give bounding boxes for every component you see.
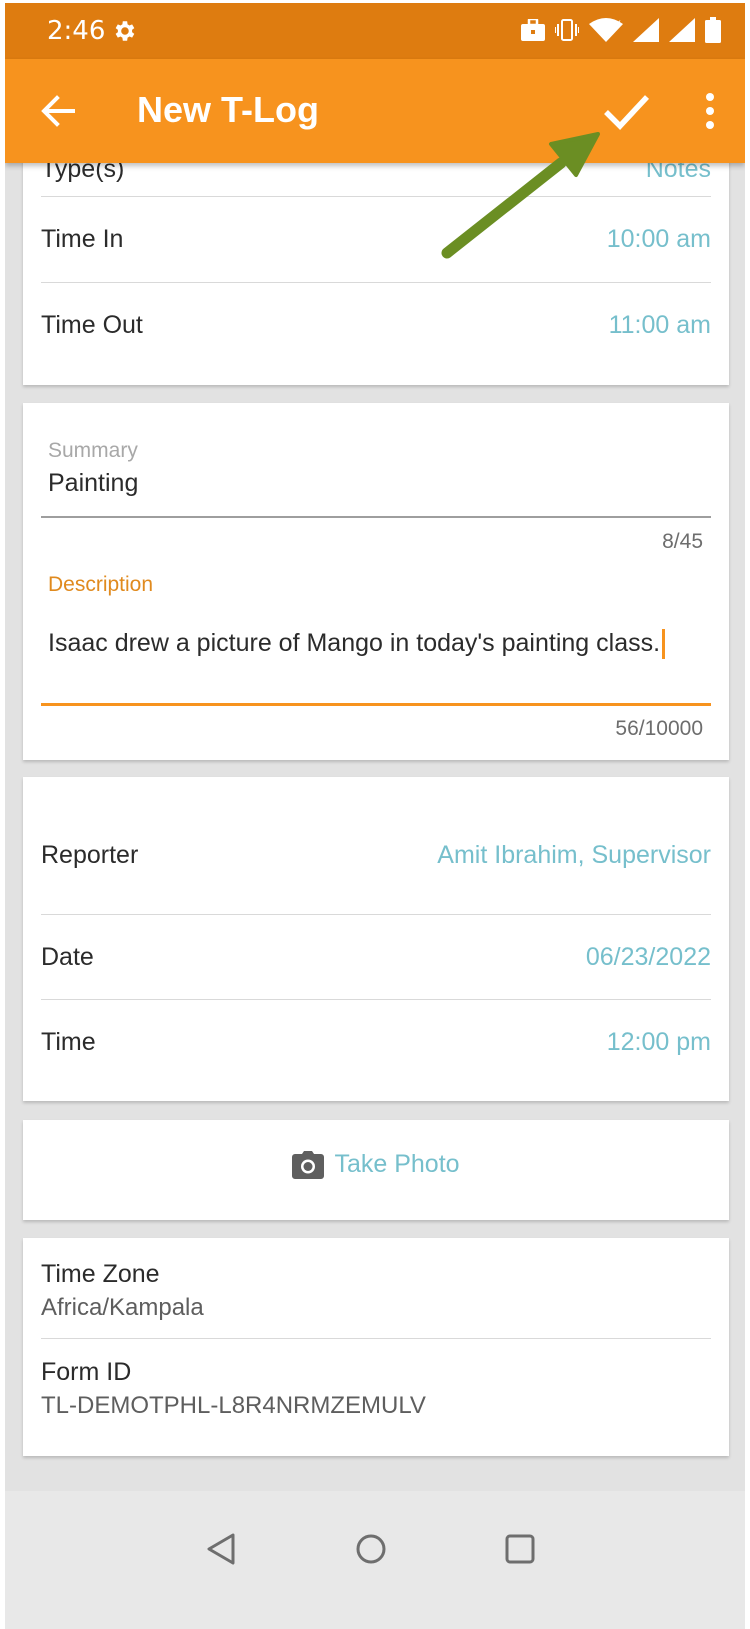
info-card: Time Zone Africa/Kampala Form ID TL-DEMO… (23, 1238, 729, 1456)
status-icons: x (521, 17, 721, 43)
status-time: 2:46 (47, 16, 106, 46)
summary-underline (41, 516, 711, 518)
page-title: New T-Log (137, 89, 319, 130)
checkmark-icon[interactable] (597, 81, 657, 141)
nav-home-icon[interactable] (353, 1531, 389, 1567)
time-out-value: 11:00 am (608, 311, 711, 339)
time-out-label: Time Out (41, 311, 143, 339)
description-text: Isaac drew a picture of Mango in today's… (48, 629, 661, 657)
description-input[interactable]: Isaac drew a picture of Mango in today's… (48, 629, 666, 660)
gear-icon (115, 21, 135, 41)
details-card: Type(s) Notes Time In 10:00 am Time Out … (23, 143, 729, 385)
report-card: Reporter Amit Ibrahim, Supervisor Date 0… (23, 777, 729, 1101)
divider (41, 1338, 711, 1339)
text-cursor (662, 629, 666, 660)
description-underline (41, 703, 711, 706)
signal-icon (633, 18, 659, 42)
time-label: Time (41, 1028, 96, 1056)
time-in-label: Time In (41, 225, 124, 253)
summary-label: Summary (48, 439, 138, 462)
time-row[interactable]: Time 12:00 pm (41, 1000, 711, 1085)
form-id-label: Form ID (41, 1358, 132, 1386)
vibrate-icon (555, 19, 579, 41)
summary-counter: 8/45 (662, 530, 703, 553)
navigation-bar (5, 1491, 745, 1629)
description-counter: 56/10000 (615, 717, 703, 740)
time-in-value: 10:00 am (606, 225, 711, 253)
timezone-label: Time Zone (41, 1260, 160, 1288)
reporter-label: Reporter (41, 840, 139, 869)
reporter-value: Amit Ibrahim, Supervisor (437, 840, 711, 869)
summary-description-card: Summary Painting 8/45 Description Isaac … (23, 403, 729, 760)
wifi-icon: x (589, 18, 623, 42)
briefcase-icon (521, 19, 545, 41)
take-photo-label: Take Photo (334, 1150, 460, 1178)
nav-back-icon[interactable] (203, 1531, 239, 1567)
svg-text:x: x (615, 18, 621, 29)
form-content: Type(s) Notes Time In 10:00 am Time Out … (5, 3, 745, 1493)
date-row[interactable]: Date 06/23/2022 (41, 915, 711, 1000)
phone-screen: Type(s) Notes Time In 10:00 am Time Out … (5, 3, 745, 1629)
status-bar: 2:46 x (5, 3, 745, 59)
battery-icon (705, 17, 721, 43)
camera-icon (292, 1150, 325, 1179)
form-id-value: TL-DEMOTPHL-L8R4NRMZEMULV (41, 1392, 426, 1419)
date-value: 06/23/2022 (585, 943, 711, 971)
description-label: Description (48, 573, 154, 596)
time-in-row[interactable]: Time In 10:00 am (41, 197, 711, 282)
app-bar: New T-Log (5, 59, 745, 163)
signal-icon (669, 18, 695, 42)
time-value: 12:00 pm (606, 1028, 711, 1056)
reporter-row[interactable]: Reporter Amit Ibrahim, Supervisor (41, 817, 711, 893)
take-photo-button[interactable]: Take Photo (23, 1150, 729, 1179)
time-out-row[interactable]: Time Out 11:00 am (41, 283, 711, 368)
back-arrow-icon[interactable] (33, 85, 85, 137)
date-label: Date (41, 943, 94, 971)
nav-recents-icon[interactable] (502, 1531, 538, 1567)
timezone-value: Africa/Kampala (41, 1294, 204, 1321)
photo-card: Take Photo (23, 1120, 729, 1220)
more-vertical-icon[interactable] (695, 87, 725, 137)
summary-input[interactable]: Painting (48, 469, 138, 498)
